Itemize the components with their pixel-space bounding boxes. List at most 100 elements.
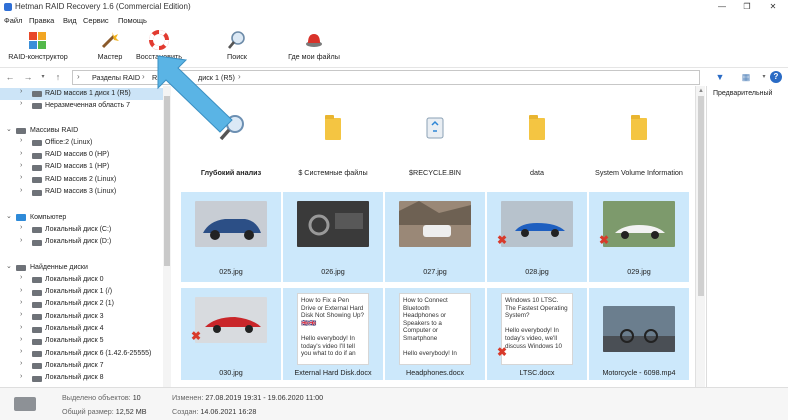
tree-item-raid-arrays[interactable]: ⌄ Массивы RAID — [0, 125, 163, 137]
view-chevron-icon[interactable]: ▾ — [758, 71, 770, 83]
tree-scrollbar-thumb[interactable] — [164, 96, 170, 266]
expand-chevron-icon[interactable]: › — [20, 100, 22, 107]
breadcrumb-raid-partitions[interactable]: Разделы RAID — [92, 73, 140, 82]
raid-constructor-button[interactable]: RAID-конструктор — [4, 29, 72, 65]
forward-arrow-icon[interactable]: → — [22, 71, 34, 83]
disk-icon — [32, 227, 42, 234]
help-icon[interactable]: ? — [770, 71, 782, 83]
tile-data[interactable]: data — [487, 94, 587, 190]
tile-deep-analysis[interactable]: Глубокий анализ — [181, 94, 281, 190]
tile-028-jpg[interactable]: ✖ 028.jpg — [487, 192, 587, 282]
tree-item-computer[interactable]: ⌄ Компьютер — [0, 212, 163, 224]
collapse-chevron-icon[interactable]: ⌄ — [6, 262, 12, 270]
maximize-icon[interactable]: ❐ — [737, 1, 757, 13]
expand-chevron-icon[interactable]: › — [20, 174, 22, 181]
expand-chevron-icon[interactable]: › — [20, 162, 22, 169]
up-arrow-icon[interactable]: ↑ — [52, 71, 64, 83]
tile-label: 030.jpg — [219, 368, 243, 377]
disk-icon — [32, 338, 42, 345]
modified-range: Изменен: 27.08.2019 19:31 - 19.06.2020 1… — [172, 393, 323, 402]
tile-027-jpg[interactable]: 027.jpg — [385, 192, 485, 282]
tree-item-raid-array-0[interactable]: › RAID массив 0 (HP) — [0, 150, 163, 162]
expand-chevron-icon[interactable]: › — [20, 324, 22, 331]
grid-scrollbar[interactable]: ▲ — [695, 86, 705, 387]
tree-item-unallocated-7[interactable]: › Неразмеченная область 7 — [0, 100, 163, 112]
tree-item-label: RAID массив 0 (HP) — [45, 151, 110, 159]
expand-chevron-icon[interactable]: › — [20, 360, 22, 367]
tile-025-jpg[interactable]: 025.jpg — [181, 192, 281, 282]
tree-item-local-disk-6[interactable]: › Локальный диск 6 (1.42.6-25555) — [0, 348, 163, 360]
tile-label: 027.jpg — [423, 267, 447, 276]
breadcrumb[interactable]: › Разделы RAID › RA диск 1 (R5) › — [72, 70, 700, 85]
search-button[interactable]: Поиск — [222, 29, 252, 65]
expand-chevron-icon[interactable]: › — [20, 224, 22, 231]
grid-scrollbar-thumb[interactable] — [698, 96, 704, 296]
tile-026-jpg[interactable]: 026.jpg — [283, 192, 383, 282]
tree-item-office-2[interactable]: › Office:2 (Linux) — [0, 137, 163, 149]
tree-item-local-disk-8[interactable]: › Локальный диск 8 — [0, 373, 163, 385]
expand-chevron-icon[interactable]: › — [20, 287, 22, 294]
collapse-chevron-icon[interactable]: ⌄ — [6, 125, 12, 133]
expand-chevron-icon[interactable]: › — [20, 311, 22, 318]
disk-icon — [16, 265, 26, 271]
disk-icon — [32, 140, 42, 147]
document-preview: How to Fix a Pen Drive or External Hard … — [297, 293, 369, 365]
history-chevron-icon[interactable]: ▾ — [37, 71, 49, 83]
collapse-chevron-icon[interactable]: ⌄ — [6, 212, 12, 220]
tree-item-local-disk-d[interactable]: › Локальный диск (D:) — [0, 237, 163, 249]
tree-item-raid-array-2[interactable]: › RAID массив 2 (Linux) — [0, 174, 163, 186]
minimize-icon[interactable]: — — [712, 1, 732, 13]
selected-count-label: Выделено объектов: — [62, 393, 131, 402]
menu-help[interactable]: Помощь — [118, 16, 147, 25]
wizard-button[interactable]: Мастер — [92, 29, 128, 65]
tree-item-local-disk-3[interactable]: › Локальный диск 3 — [0, 311, 163, 323]
tile-system-volume-information[interactable]: System Volume Information — [589, 94, 689, 190]
filter-icon[interactable]: ▼ — [714, 71, 726, 83]
expand-chevron-icon[interactable]: › — [20, 150, 22, 157]
expand-chevron-icon[interactable]: › — [20, 348, 22, 355]
tile-029-jpg[interactable]: ✖ 029.jpg — [589, 192, 689, 282]
expand-chevron-icon[interactable]: › — [20, 237, 22, 244]
back-arrow-icon[interactable]: ← — [4, 71, 16, 83]
close-icon[interactable]: ✕ — [763, 1, 783, 13]
tree-item-raid-array-1-disk-1[interactable]: › RAID массив 1 диск 1 (R5) — [0, 88, 163, 101]
tree-item-raid-array-1[interactable]: › RAID массив 1 (HP) — [0, 162, 163, 174]
tree-item-local-disk-2[interactable]: › Локальный диск 2 (1) — [0, 299, 163, 311]
scroll-up-icon[interactable]: ▲ — [697, 88, 705, 94]
breadcrumb-raid-array[interactable]: RA — [152, 73, 162, 82]
menu-tools[interactable]: Сервис — [83, 16, 109, 25]
expand-chevron-icon[interactable]: › — [20, 373, 22, 380]
tile-motorcycle-mp4[interactable]: Motorcycle - 6098.mp4 — [589, 288, 689, 380]
tree-scrollbar[interactable] — [163, 86, 171, 387]
tile-recycle-bin[interactable]: $RECYCLE.BIN — [385, 94, 485, 190]
expand-chevron-icon[interactable]: › — [20, 137, 22, 144]
tree-item-local-disk-4[interactable]: › Локальный диск 4 — [0, 324, 163, 336]
tile-030-jpg[interactable]: ✖ 030.jpg — [181, 288, 281, 380]
expand-chevron-icon[interactable]: › — [20, 274, 22, 281]
tree-item-local-disk-0[interactable]: › Локальный диск 0 — [0, 274, 163, 286]
tree-item-local-disk-5[interactable]: › Локальный диск 5 — [0, 336, 163, 348]
menu-view[interactable]: Вид — [63, 16, 77, 25]
collapse-chevron-icon[interactable]: › — [20, 88, 22, 95]
tree-item-label: Локальный диск 7 — [45, 361, 104, 369]
tree-item-local-disk-7[interactable]: › Локальный диск 7 — [0, 360, 163, 372]
menu-file[interactable]: Файл — [4, 16, 22, 25]
tree-item-raid-array-3[interactable]: › RAID массив 3 (Linux) — [0, 187, 163, 199]
tree-item-found-disks[interactable]: ⌄ Найденные диски — [0, 262, 163, 274]
tile-label: System Volume Information — [595, 168, 683, 177]
tile-headphones-docx[interactable]: How to Connect Bluetooth Headphones or S… — [385, 288, 485, 380]
expand-chevron-icon[interactable]: › — [20, 336, 22, 343]
tile-external-hard-disk-docx[interactable]: How to Fix a Pen Drive or External Hard … — [283, 288, 383, 380]
tree-item-local-disk-1[interactable]: › Локальный диск 1 (/) — [0, 287, 163, 299]
expand-chevron-icon[interactable]: › — [20, 299, 22, 306]
view-mode-icon[interactable]: ▦ — [740, 71, 752, 83]
tile-ltsc-docx[interactable]: Windows 10 LTSC. The Fastest Operating S… — [487, 288, 587, 380]
menu-edit[interactable]: Правка — [29, 16, 54, 25]
where-files-button[interactable]: Где мои файлы — [284, 29, 344, 65]
tile-system-files[interactable]: $ Системные файлы — [283, 94, 383, 190]
tile-label: 026.jpg — [321, 267, 345, 276]
restore-button[interactable]: Восстановить — [134, 29, 184, 65]
expand-chevron-icon[interactable]: › — [20, 187, 22, 194]
tree-item-local-disk-c[interactable]: › Локальный диск (C:) — [0, 224, 163, 236]
breadcrumb-disk[interactable]: диск 1 (R5) — [198, 73, 235, 82]
